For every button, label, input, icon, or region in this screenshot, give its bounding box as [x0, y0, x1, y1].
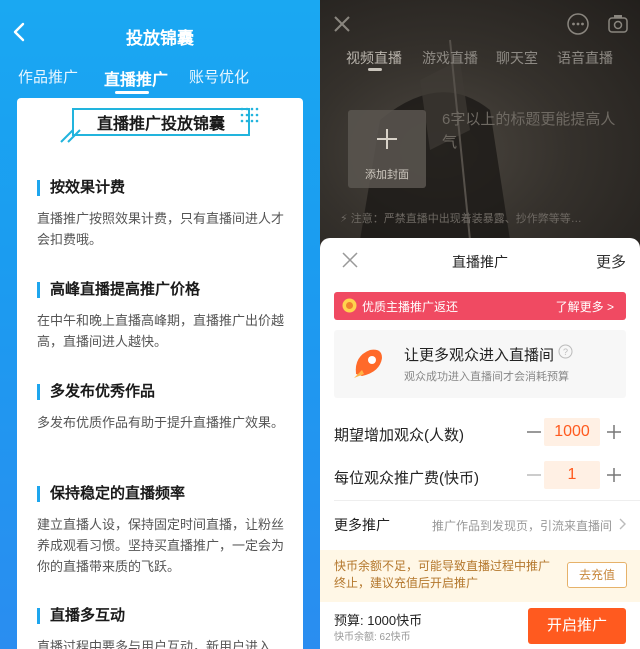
tip-text: 直播推广按照效果计费，只有直播间进人才会扣费哦。 — [37, 211, 285, 247]
sheet-header: 直播推广 更多 — [320, 238, 640, 282]
learn-more-link[interactable]: 了解更多 > — [556, 298, 614, 315]
more-link[interactable]: 更多 — [596, 251, 626, 272]
add-cover-label: 添加封面 — [365, 169, 409, 181]
cost-per-viewer-label: 每位观众推广费(快币) — [334, 470, 479, 487]
promo-banner[interactable]: 优质主播推广返还 了解更多 > — [334, 292, 626, 320]
tip-text: 在中午和晚上直播高峰期，直播推广出价越高，直播间进人越快。 — [37, 313, 285, 349]
tip-title: 保持稳定的直播频率 — [37, 486, 287, 502]
more-dots-icon[interactable] — [566, 12, 590, 36]
tab-account-optimize[interactable]: 账号优化 — [189, 66, 249, 87]
balance-warning: 快币余额不足，可能导致直播过程中推广终止，建议充值后开启推广 去充值 — [320, 550, 640, 602]
tip-title: 按效果计费 — [37, 180, 287, 196]
medal-icon — [342, 298, 357, 313]
add-cover-button[interactable]: 添加封面 — [348, 110, 426, 188]
tip-title: 高峰直播提高推广价格 — [37, 282, 287, 298]
plus-icon — [377, 129, 397, 149]
tab-live-promo[interactable]: 直播推广 — [104, 66, 168, 90]
tab-works-promo[interactable]: 作品推广 — [18, 66, 78, 87]
tips-card: 直播推广投放锦囊 按效果计费 直播推广按照效果计费，只有直播间进人才会扣费哦。 … — [17, 98, 303, 649]
tip-section: 直播多互动 直播过程中要多与用户互动，新用户进入 — [37, 608, 287, 649]
warning-icon: ⚡ — [340, 213, 351, 225]
tip-section: 多发布优秀作品 多发布优质作品有助于提升直播推广效果。 — [37, 384, 287, 433]
tab-chatroom[interactable]: 聊天室 — [496, 48, 538, 68]
budget-text: 预算: 1000快币 — [334, 613, 423, 628]
start-promo-button[interactable]: 开启推广 — [528, 608, 626, 644]
tip-section: 高峰直播提高推广价格 在中午和晚上直播高峰期，直播推广出价越高，直播间进人越快。 — [37, 282, 287, 352]
help-icon[interactable]: ? — [558, 344, 573, 359]
notice-text: 注意：严禁直播中出现着装暴露、抄作弊等等… — [350, 213, 582, 225]
live-title-input[interactable]: 6字以上的标题更能提高人气 — [442, 108, 620, 154]
audience-count-input[interactable]: 1000 — [544, 418, 600, 446]
tip-title: 直播多互动 — [37, 608, 287, 624]
cost-per-viewer-row: 每位观众推广费(快币) 1 — [334, 461, 626, 491]
chevron-right-icon — [619, 518, 626, 530]
live-promo-sheet: 直播推广 更多 优质主播推广返还 了解更多 > 让更多观众进入直播间 ? 观众成… — [320, 238, 640, 649]
audience-count-row: 期望增加观众(人数) 1000 — [334, 418, 626, 448]
sheet-title: 直播推广 — [452, 254, 508, 270]
tip-text: 直播过程中要多与用户互动，新用户进入 — [37, 639, 272, 649]
cost-per-viewer-input[interactable]: 1 — [544, 461, 600, 489]
minus-icon[interactable] — [524, 465, 544, 485]
close-icon[interactable] — [332, 14, 352, 34]
tab-bar: 作品推广 直播推广 账号优化 — [0, 66, 320, 96]
banner-text: 直播推广投放锦囊 — [96, 116, 225, 133]
more-promo-desc: 推广作品到发现页，引流来直播间 — [431, 519, 612, 533]
live-setup-screen: 视频直播 游戏直播 聊天室 语音直播 添加封面 6字以上的标题更能提高人气 ⚡ … — [320, 0, 640, 649]
top-toolbar — [320, 12, 640, 42]
camera-icon[interactable] — [606, 12, 630, 36]
plus-icon[interactable] — [604, 465, 624, 485]
goal-title: 让更多观众进入直播间 — [404, 347, 555, 364]
tip-title: 多发布优秀作品 — [37, 384, 287, 400]
balance-text: 快币余额: 62快币 — [334, 632, 411, 643]
svg-text:?: ? — [563, 347, 568, 357]
balance-warning-text: 快币余额不足，可能导致直播过程中推广终止，建议充值后开启推广 — [334, 559, 551, 590]
more-promo-label: 更多推广 — [334, 517, 390, 533]
rules-notice: ⚡ 注意：严禁直播中出现着装暴露、抄作弊等等… — [340, 210, 620, 230]
page-title: 投放锦囊 — [126, 29, 194, 48]
tip-section: 保持稳定的直播频率 建立直播人设，保持固定时间直播，让粉丝养成观看习惯。坚持买直… — [37, 486, 287, 577]
active-tab-indicator — [368, 68, 382, 71]
more-promo-row[interactable]: 更多推广 推广作品到发现页，引流来直播间 — [334, 512, 626, 536]
active-tab-indicator — [115, 91, 149, 94]
tab-game-live[interactable]: 游戏直播 — [422, 48, 478, 68]
tip-text: 建立直播人设，保持固定时间直播，让粉丝养成观看习惯。坚持买直播推广，一定会为你的… — [37, 517, 285, 574]
goal-subtitle: 观众成功进入直播间才会消耗预算 — [404, 371, 569, 383]
sheet-footer: 预算: 1000快币 快币余额: 62快币 开启推广 — [320, 602, 640, 649]
tab-voice-live[interactable]: 语音直播 — [557, 48, 613, 68]
banner-title: 直播推广投放锦囊 — [72, 108, 250, 136]
recharge-button[interactable]: 去充值 — [567, 562, 627, 588]
audience-count-label: 期望增加观众(人数) — [334, 427, 464, 444]
tips-panel: 投放锦囊 作品推广 直播推广 账号优化 直播推广投放锦囊 按效果计费 直播推广按… — [0, 0, 320, 649]
banner-dots-decoration — [240, 107, 259, 123]
promo-goal-card: 让更多观众进入直播间 ? 观众成功进入直播间才会消耗预算 — [334, 330, 626, 398]
rocket-icon — [354, 349, 382, 378]
divider — [334, 500, 640, 501]
tip-section: 按效果计费 直播推广按照效果计费，只有直播间进人才会扣费哦。 — [37, 180, 287, 250]
plus-icon[interactable] — [604, 422, 624, 442]
promo-text: 优质主播推广返还 — [362, 300, 459, 314]
tab-video-live[interactable]: 视频直播 — [346, 48, 402, 68]
minus-icon[interactable] — [524, 422, 544, 442]
tip-text: 多发布优质作品有助于提升直播推广效果。 — [37, 415, 285, 430]
